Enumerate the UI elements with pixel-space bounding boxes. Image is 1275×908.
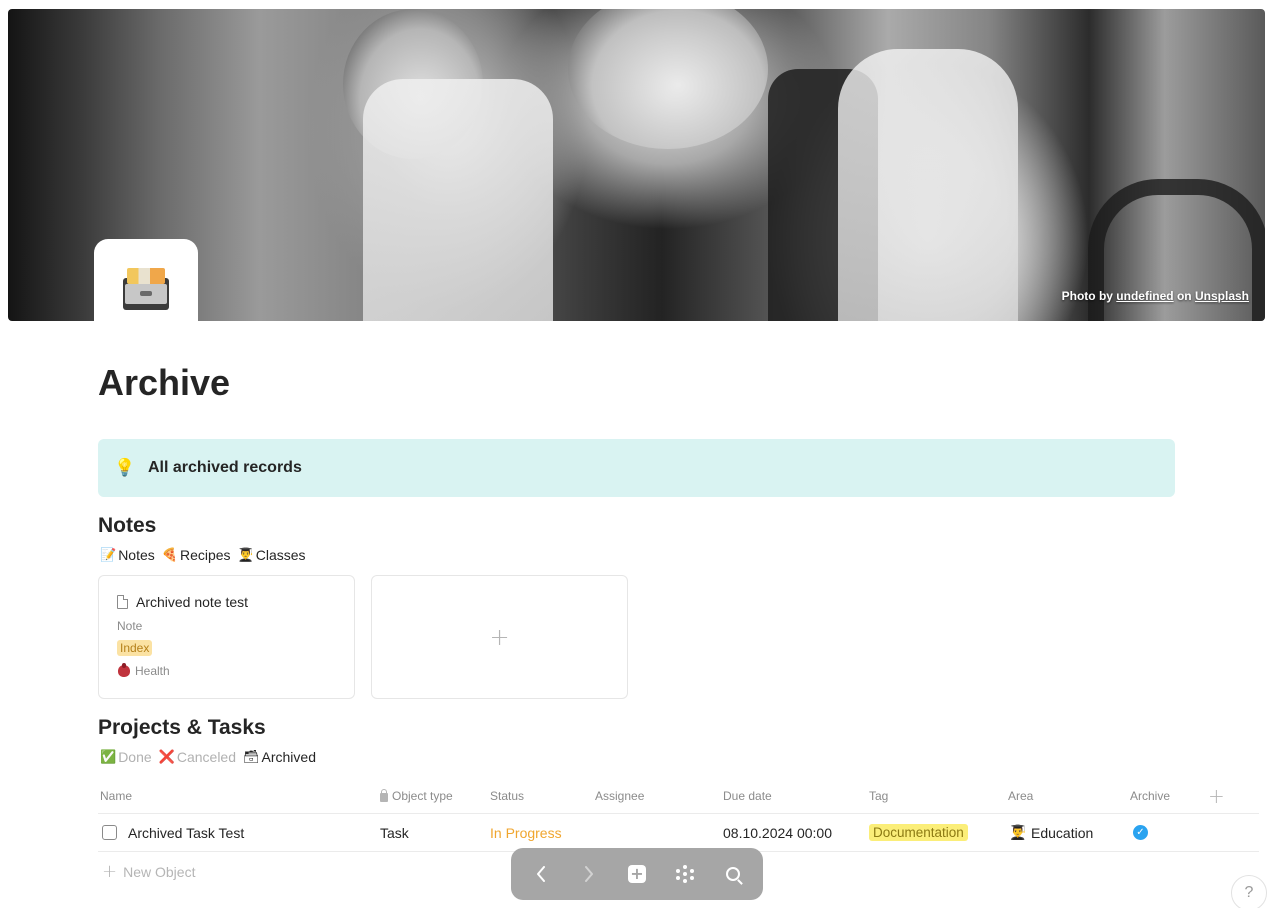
back-button[interactable] bbox=[524, 857, 558, 891]
credit-author-link[interactable]: undefined bbox=[1116, 289, 1173, 303]
credit-prefix: Photo by bbox=[1061, 289, 1113, 303]
view-tab-canceled[interactable]: ❌ Canceled bbox=[159, 749, 236, 765]
forward-icon bbox=[585, 866, 593, 882]
view-tab-archived[interactable]: 🗃 Archived bbox=[243, 749, 316, 765]
note-card-type: Note bbox=[117, 619, 143, 633]
projects-section-title[interactable]: Projects & Tasks bbox=[98, 716, 266, 740]
cover-photo-detail bbox=[363, 79, 553, 321]
credit-source-link[interactable]: Unsplash bbox=[1195, 289, 1249, 303]
table-row[interactable]: Archived Task Test Task In Progress 08.1… bbox=[98, 814, 1259, 852]
notes-section-title[interactable]: Notes bbox=[98, 514, 156, 538]
view-tab-done[interactable]: ✅ Done bbox=[100, 749, 152, 765]
column-header-due-date[interactable]: Due date bbox=[723, 789, 772, 803]
note-card-area: Health bbox=[117, 663, 338, 678]
graph-icon bbox=[676, 865, 694, 883]
credit-on: on bbox=[1176, 289, 1192, 303]
cell-name[interactable]: Archived Task Test bbox=[98, 814, 244, 851]
column-header-name[interactable]: Name bbox=[100, 789, 132, 803]
cell-status[interactable]: In Progress bbox=[490, 814, 562, 851]
checked-circle-icon: ✓ bbox=[1133, 825, 1148, 840]
column-header-assignee[interactable]: Assignee bbox=[595, 789, 644, 803]
add-button[interactable]: + bbox=[620, 857, 654, 891]
new-object-label: New Object bbox=[123, 863, 196, 880]
archive-box-icon: 🗃 bbox=[243, 749, 260, 765]
view-tab-notes[interactable]: 📝 Notes bbox=[100, 547, 155, 563]
cover-photo-detail bbox=[568, 9, 768, 149]
view-tab-label: Classes bbox=[255, 547, 306, 563]
cell-due-date[interactable]: 08.10.2024 00:00 bbox=[723, 814, 832, 851]
plus-icon: + bbox=[102, 861, 118, 882]
area-label: Education bbox=[1031, 824, 1094, 841]
column-header-object-type[interactable]: Object type bbox=[380, 788, 453, 803]
page-title[interactable]: Archive bbox=[98, 362, 230, 404]
notes-view-tabs: 📝 Notes 🍕 Recipes 👨‍🎓 Classes bbox=[100, 547, 306, 563]
note-card[interactable]: Archived note test Note Index Health bbox=[98, 575, 355, 699]
note-card-title-row: Archived note test bbox=[117, 594, 338, 610]
view-tab-label: Recipes bbox=[179, 547, 231, 563]
light-bulb-icon: 💡 bbox=[114, 458, 136, 478]
column-header-label: Object type bbox=[392, 789, 453, 803]
search-button[interactable] bbox=[716, 857, 750, 891]
student-icon: 👨‍🎓 bbox=[237, 547, 254, 563]
add-column-icon[interactable]: + bbox=[1208, 784, 1225, 808]
check-box-icon: ✅ bbox=[100, 749, 117, 765]
cell-object-type[interactable]: Task bbox=[380, 814, 409, 851]
note-card-area-label: Health bbox=[135, 663, 170, 678]
tasks-table: Name Object type Status Assignee Due dat… bbox=[98, 784, 1259, 852]
task-checkbox[interactable] bbox=[102, 825, 117, 840]
column-header-tag[interactable]: Tag bbox=[869, 789, 888, 803]
forward-button[interactable] bbox=[572, 857, 606, 891]
projects-view-tabs: ✅ Done ❌ Canceled 🗃 Archived bbox=[100, 749, 316, 765]
callout-text: All archived records bbox=[148, 459, 302, 476]
graph-button[interactable] bbox=[668, 857, 702, 891]
cell-tag[interactable]: Documentation bbox=[869, 814, 968, 851]
column-header-archive[interactable]: Archive bbox=[1130, 789, 1170, 803]
view-tab-label: Canceled bbox=[176, 749, 236, 765]
callout[interactable]: 💡 All archived records bbox=[98, 439, 1175, 497]
card-file-box-icon bbox=[121, 266, 171, 310]
tag-badge: Documentation bbox=[869, 824, 968, 841]
cell-area[interactable]: 👨‍🎓 Education bbox=[1009, 814, 1094, 851]
page-icon[interactable] bbox=[94, 239, 198, 329]
back-icon bbox=[537, 866, 545, 882]
memo-icon: 📝 bbox=[100, 547, 117, 563]
view-tab-label: Archived bbox=[261, 749, 316, 765]
help-button[interactable]: ? bbox=[1231, 875, 1267, 908]
note-card-tag: Index bbox=[117, 640, 153, 656]
cover-credit: Photo by undefined on Unsplash bbox=[1062, 289, 1249, 303]
table-header: Name Object type Status Assignee Due dat… bbox=[98, 784, 1259, 814]
student-icon: 👨‍🎓 bbox=[1009, 824, 1027, 841]
column-header-status[interactable]: Status bbox=[490, 789, 524, 803]
view-tab-recipes[interactable]: 🍕 Recipes bbox=[162, 547, 231, 563]
view-tab-label: Done bbox=[118, 749, 152, 765]
note-card-title: Archived note test bbox=[136, 594, 249, 610]
add-icon: + bbox=[628, 865, 646, 883]
document-icon bbox=[117, 595, 128, 609]
plus-icon: + bbox=[489, 623, 510, 651]
view-tab-label: Notes bbox=[118, 547, 155, 563]
cross-mark-icon: ❌ bbox=[158, 749, 175, 765]
bottom-navbar: + bbox=[511, 848, 763, 900]
search-icon bbox=[726, 867, 740, 881]
pizza-icon: 🍕 bbox=[161, 547, 178, 563]
anatomical-heart-icon bbox=[117, 663, 131, 678]
status-value: In Progress bbox=[490, 824, 562, 841]
cell-archive[interactable]: ✓ bbox=[1130, 814, 1148, 851]
view-tab-classes[interactable]: 👨‍🎓 Classes bbox=[238, 547, 306, 563]
add-note-card[interactable]: + bbox=[371, 575, 628, 699]
column-header-area[interactable]: Area bbox=[1008, 789, 1033, 803]
lock-icon bbox=[380, 788, 388, 802]
task-name: Archived Task Test bbox=[128, 824, 245, 841]
cover-photo-detail bbox=[838, 49, 1018, 321]
new-object-button[interactable]: + New Object bbox=[102, 861, 195, 882]
